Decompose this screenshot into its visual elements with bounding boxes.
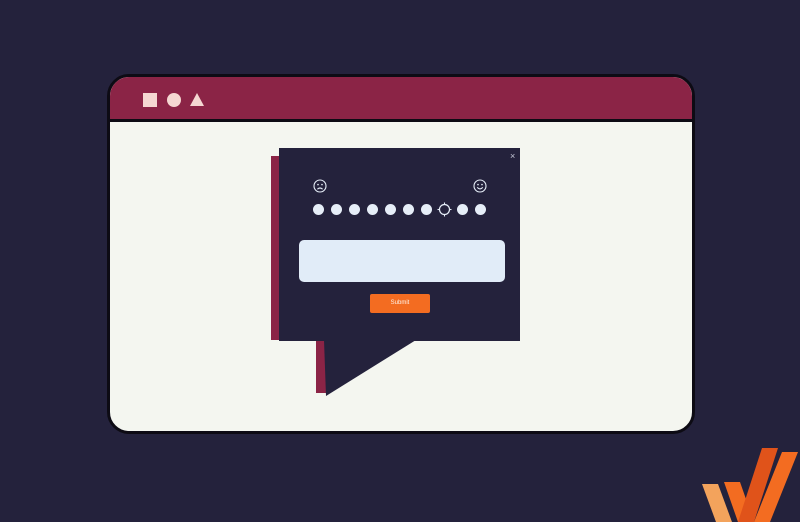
rating-dot[interactable] xyxy=(367,204,378,215)
window-titlebar xyxy=(110,77,692,122)
rating-dot-selected[interactable] xyxy=(437,202,452,217)
square-icon[interactable] xyxy=(143,93,157,107)
rating-dot[interactable] xyxy=(331,204,342,215)
rating-dot[interactable] xyxy=(457,204,468,215)
rating-dot[interactable] xyxy=(385,204,396,215)
survey-popup: × Submit xyxy=(279,148,520,341)
brand-logo-icon xyxy=(702,448,798,522)
rating-dot[interactable] xyxy=(421,204,432,215)
selected-rating-icon xyxy=(437,202,452,217)
rating-dot[interactable] xyxy=(475,204,486,215)
close-button[interactable]: × xyxy=(510,151,515,161)
triangle-icon[interactable] xyxy=(190,93,204,106)
rating-dot[interactable] xyxy=(349,204,360,215)
comment-input[interactable] xyxy=(299,240,505,282)
submit-button[interactable]: Submit xyxy=(370,294,430,313)
bubble-tail xyxy=(324,340,416,396)
rating-dot[interactable] xyxy=(313,204,324,215)
circle-icon[interactable] xyxy=(167,93,181,107)
happy-face-icon xyxy=(473,179,487,193)
rating-dot[interactable] xyxy=(403,204,414,215)
sad-face-icon xyxy=(313,179,327,193)
